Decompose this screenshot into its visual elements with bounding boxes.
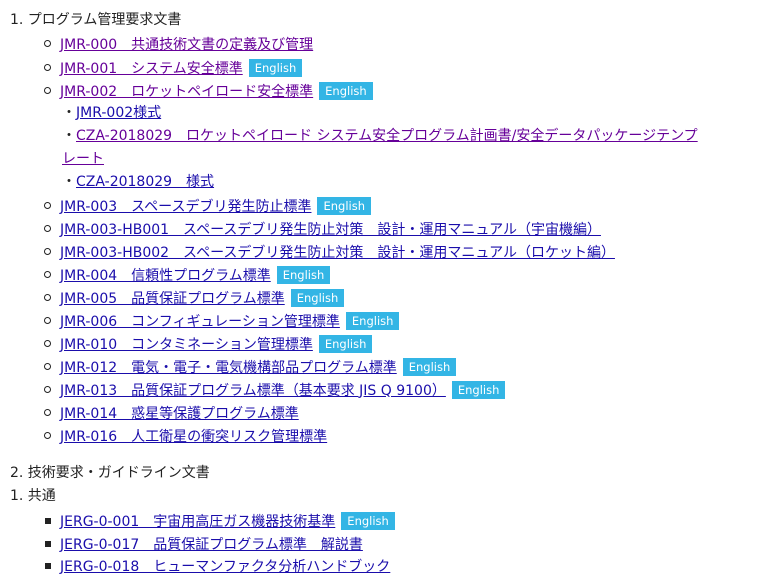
document-link-jmr-010[interactable]: JMR-010 コンタミネーション管理標準 [60,334,313,354]
list-item: JMR-005 品質保証プログラム標準 English [44,286,345,309]
english-badge[interactable]: English [276,265,331,284]
square-bullet-icon [44,517,60,524]
sub-list-item: ・CZA-2018029 ロケットペイロード システム安全プログラム計画書/安全… [62,125,698,147]
document-link-jerg-0-018[interactable]: JERG-0-018 ヒューマンファクタ分析ハンドブック [60,556,390,576]
circle-bullet-icon [44,317,60,324]
list-item: JMR-006 コンフィギュレーション管理標準 English [44,309,400,332]
circle-bullet-icon [44,225,60,232]
circle-bullet-icon [44,432,60,439]
list-item: JMR-000 共通技術文書の定義及び管理 [44,32,313,55]
document-link-jmr-001[interactable]: JMR-001 システム安全標準 [60,58,243,78]
english-badge[interactable]: English [451,380,506,399]
circle-bullet-icon [44,64,60,71]
list-item: JMR-010 コンタミネーション管理標準 English [44,332,373,355]
circle-bullet-icon [44,271,60,278]
list-item: JMR-014 惑星等保護プログラム標準 [44,401,299,424]
document-link-jmr-004[interactable]: JMR-004 信頼性プログラム標準 [60,265,271,285]
sub-list-item: ・CZA-2018029 様式 [62,171,214,193]
document-link-jmr-005[interactable]: JMR-005 品質保証プログラム標準 [60,288,285,308]
subsection-heading-common: 1. 共通 [10,488,56,504]
document-link-jmr-002[interactable]: JMR-002 ロケットペイロード安全標準 [60,81,313,101]
english-badge[interactable]: English [248,58,303,77]
square-bullet-icon [44,540,60,547]
list-item: JMR-013 品質保証プログラム標準（基本要求 JIS Q 9100） Eng… [44,378,506,401]
document-link-cza-2018029-form[interactable]: CZA-2018029 様式 [76,174,214,190]
english-badge[interactable]: English [318,334,373,353]
list-item: JERG-0-018 ヒューマンファクタ分析ハンドブック [44,554,390,577]
circle-bullet-icon [44,87,60,94]
circle-bullet-icon [44,340,60,347]
circle-bullet-icon [44,386,60,393]
list-item: JERG-0-001 宇宙用高圧ガス機器技術基準 English [44,509,395,532]
document-link-jerg-0-001[interactable]: JERG-0-001 宇宙用高圧ガス機器技術基準 [60,511,335,531]
circle-bullet-icon [44,40,60,47]
section-heading-program-management: 1. プログラム管理要求文書 [10,12,182,28]
circle-bullet-icon [44,363,60,370]
document-link-cza-2018029-template[interactable]: CZA-2018029 ロケットペイロード システム安全プログラム計画書/安全デ… [76,128,698,144]
square-bullet-icon [44,562,60,569]
list-item: JMR-012 電気・電子・電気機構部品プログラム標準 English [44,355,457,378]
list-item: JMR-001 システム安全標準 English [44,56,303,79]
document-link-cza-2018029-template-cont[interactable]: レート [62,151,104,167]
english-badge[interactable]: English [345,311,400,330]
sub-list-item: ・JMR-002様式 [62,102,161,124]
list-item: JMR-003 スペースデブリ発生防止標準 English [44,194,371,217]
document-link-jmr-014[interactable]: JMR-014 惑星等保護プログラム標準 [60,403,299,423]
document-link-jmr-000[interactable]: JMR-000 共通技術文書の定義及び管理 [60,34,313,54]
document-link-jerg-0-017[interactable]: JERG-0-017 品質保証プログラム標準 解説書 [60,534,363,554]
circle-bullet-icon [44,202,60,209]
document-link-jmr-003[interactable]: JMR-003 スペースデブリ発生防止標準 [60,196,311,216]
document-link-jmr-012[interactable]: JMR-012 電気・電子・電気機構部品プログラム標準 [60,357,397,377]
sub-bullet: ・ [62,174,76,190]
sub-list-item-continuation: レート [62,148,104,170]
english-badge[interactable]: English [290,288,345,307]
sub-bullet: ・ [62,128,76,144]
section-heading-technical-requirements: 2. 技術要求・ガイドライン文書 [10,465,210,481]
english-badge[interactable]: English [319,81,373,100]
list-item: JMR-003-HB002 スペースデブリ発生防止対策 設計・運用マニュアル（ロ… [44,240,615,263]
sub-bullet: ・ [62,105,76,121]
list-item: JMR-002 ロケットペイロード安全標準 English [44,79,373,102]
document-link-jmr-002-form[interactable]: JMR-002様式 [76,105,161,121]
document-link-jmr-013[interactable]: JMR-013 品質保証プログラム標準（基本要求 JIS Q 9100） [60,380,446,400]
document-link-jmr-016[interactable]: JMR-016 人工衛星の衝突リスク管理標準 [60,426,327,446]
english-badge[interactable]: English [402,357,457,376]
english-badge[interactable]: English [317,196,371,215]
circle-bullet-icon [44,294,60,301]
list-item: JMR-003-HB001 スペースデブリ発生防止対策 設計・運用マニュアル（宇… [44,217,601,240]
document-link-jmr-003-hb001[interactable]: JMR-003-HB001 スペースデブリ発生防止対策 設計・運用マニュアル（宇… [60,219,601,239]
list-item: JMR-016 人工衛星の衝突リスク管理標準 [44,424,327,447]
circle-bullet-icon [44,248,60,255]
document-link-jmr-003-hb002[interactable]: JMR-003-HB002 スペースデブリ発生防止対策 設計・運用マニュアル（ロ… [60,242,615,262]
list-item: JMR-004 信頼性プログラム標準 English [44,263,331,286]
list-item: JERG-0-017 品質保証プログラム標準 解説書 [44,532,363,555]
document-link-jmr-006[interactable]: JMR-006 コンフィギュレーション管理標準 [60,311,340,331]
english-badge[interactable]: English [341,511,395,530]
circle-bullet-icon [44,409,60,416]
